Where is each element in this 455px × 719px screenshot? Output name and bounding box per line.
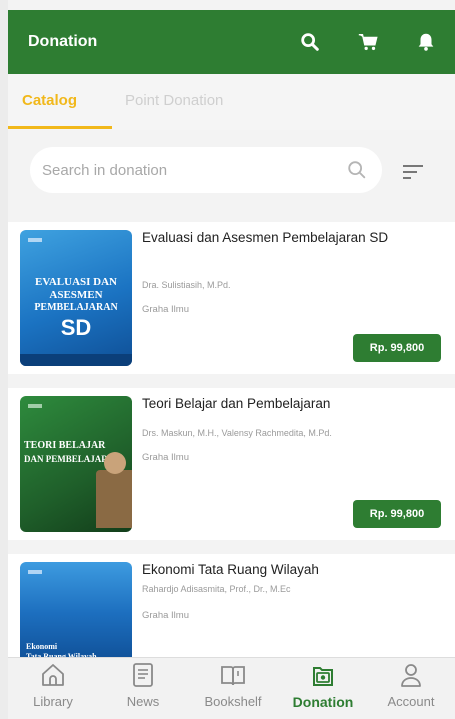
cover-text: EVALUASI DAN xyxy=(34,276,117,288)
cover-text: PEMBELAJARAN xyxy=(34,302,118,313)
book-card[interactable]: TEORI BELAJAR DAN PEMBELAJARAN Teori Bel… xyxy=(8,388,455,540)
book-publisher: Graha Ilmu xyxy=(142,452,189,463)
cover-text: ASESMEN xyxy=(49,289,103,301)
price-button[interactable]: Rp. 99,800 xyxy=(353,334,441,362)
nav-label: Account xyxy=(387,694,435,709)
book-author: Drs. Maskun, M.H., Valensy Rachmedita, M… xyxy=(142,428,332,438)
book-cover[interactable]: Ekonomi Tata Ruang Wilayah xyxy=(20,562,132,664)
bottom-navigation: Library News Bookshelf Donation Account xyxy=(8,657,455,719)
search-box xyxy=(30,147,382,193)
book-icon xyxy=(221,666,245,686)
nav-item-bookshelf[interactable]: Bookshelf xyxy=(193,662,273,719)
cover-text: Ekonomi xyxy=(26,642,58,651)
book-card[interactable]: Ekonomi Tata Ruang Wilayah Ekonomi Tata … xyxy=(8,554,455,664)
nav-label: News xyxy=(126,694,160,709)
home-icon xyxy=(42,664,64,686)
active-tab-indicator xyxy=(8,126,112,129)
sort-icon[interactable] xyxy=(401,162,425,182)
book-cover[interactable]: TEORI BELAJAR DAN PEMBELAJARAN xyxy=(20,396,132,532)
app-frame: Donation Catalog Point Donation EVALUASI… xyxy=(8,0,455,719)
book-title[interactable]: Ekonomi Tata Ruang Wilayah xyxy=(142,562,447,578)
cart-icon[interactable] xyxy=(357,31,379,53)
cover-text: SD xyxy=(60,315,92,340)
news-icon xyxy=(133,663,153,687)
book-author: Rahardjo Adisasmita, Prof., Dr., M.Ec xyxy=(142,584,291,594)
page-title: Donation xyxy=(28,33,98,50)
search-input[interactable] xyxy=(42,161,346,179)
book-publisher: Graha Ilmu xyxy=(142,610,189,621)
person-icon xyxy=(401,664,421,687)
book-publisher: Graha Ilmu xyxy=(142,304,189,315)
search-row xyxy=(8,132,455,212)
nav-label: Bookshelf xyxy=(204,694,262,709)
nav-label: Donation xyxy=(292,694,354,710)
book-title[interactable]: Teori Belajar dan Pembelajaran xyxy=(142,396,447,412)
nav-item-donation[interactable]: Donation xyxy=(283,662,363,719)
book-author: Dra. Sulistiasih, M.Pd. xyxy=(142,280,231,290)
cover-text: TEORI BELAJAR xyxy=(24,440,106,451)
book-title[interactable]: Evaluasi dan Asesmen Pembelajaran SD xyxy=(142,230,447,246)
book-cover[interactable]: EVALUASI DAN ASESMEN PEMBELAJARAN SD xyxy=(20,230,132,366)
donation-icon xyxy=(313,667,333,686)
nav-label: Library xyxy=(33,694,73,709)
book-card[interactable]: EVALUASI DAN ASESMEN PEMBELAJARAN SD Eva… xyxy=(8,222,455,374)
tab-catalog[interactable]: Catalog xyxy=(22,92,77,109)
search-icon[interactable] xyxy=(299,31,321,53)
price-button[interactable]: Rp. 99,800 xyxy=(353,500,441,528)
nav-item-news[interactable]: News xyxy=(103,662,183,719)
tab-point-donation[interactable]: Point Donation xyxy=(125,92,223,109)
search-icon[interactable] xyxy=(346,159,368,181)
app-header: Donation xyxy=(8,10,455,74)
tab-bar: Catalog Point Donation xyxy=(8,74,455,130)
nav-item-library[interactable]: Library xyxy=(13,662,93,719)
nav-item-account[interactable]: Account xyxy=(371,662,451,719)
bell-icon[interactable] xyxy=(415,31,437,53)
